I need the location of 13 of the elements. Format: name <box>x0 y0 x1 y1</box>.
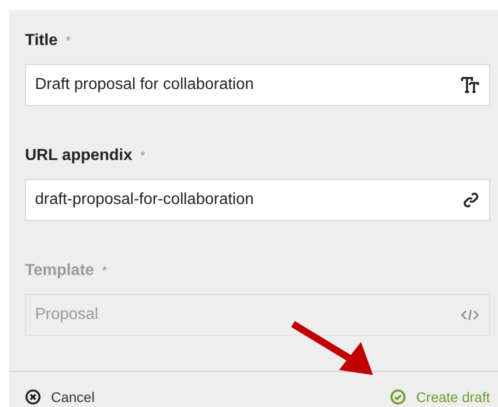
input-field[interactable]: Draft proposal for collaboration <box>25 64 490 106</box>
field-label: URL appendix <box>25 147 132 165</box>
field-label: Title <box>25 32 58 50</box>
check-circle-icon <box>390 389 406 405</box>
text-size-icon[interactable] <box>461 77 479 93</box>
cancel-button[interactable]: Cancel <box>25 389 95 405</box>
required-mark: * <box>66 33 71 48</box>
input-field[interactable]: draft-proposal-for-collaboration <box>25 179 490 221</box>
required-mark: * <box>140 148 146 163</box>
close-icon <box>25 389 41 405</box>
field-label: Template <box>25 262 94 280</box>
required-mark: * <box>102 263 108 278</box>
link-icon[interactable] <box>463 192 479 208</box>
